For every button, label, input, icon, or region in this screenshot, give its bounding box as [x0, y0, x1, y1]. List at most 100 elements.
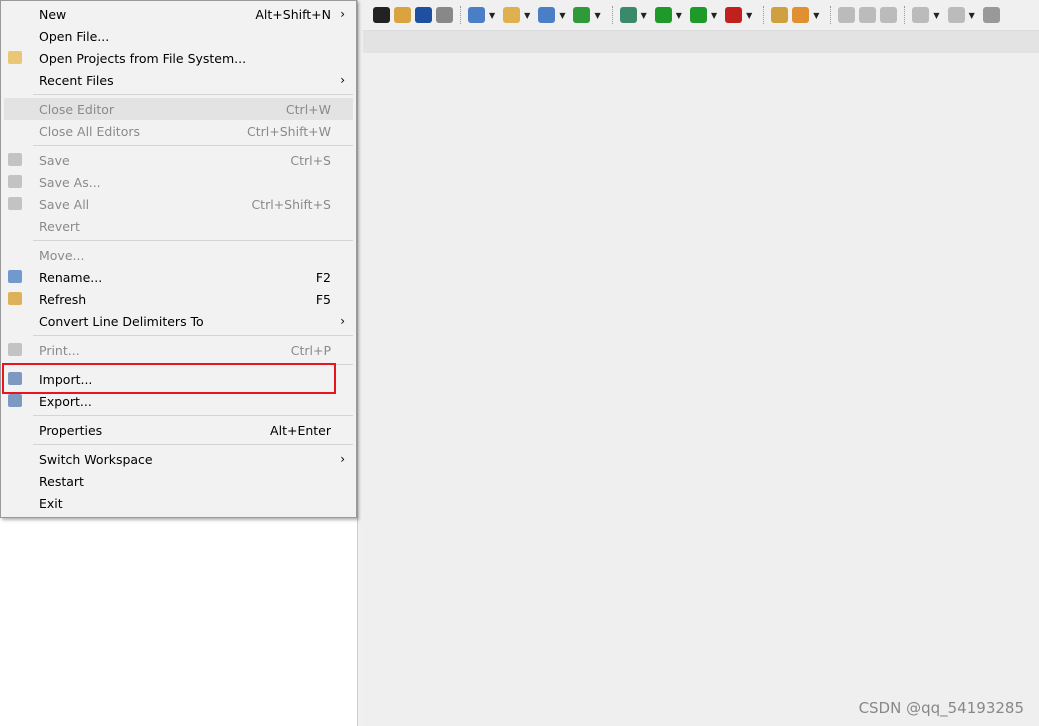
- toolbar-separator: [763, 6, 765, 24]
- menu-item-save-as[interactable]: Save As...: [4, 171, 353, 193]
- menu-item-shortcut: Ctrl+W: [285, 101, 331, 117]
- back-icon[interactable]: [982, 7, 1000, 23]
- next-annotation-icon[interactable]: [912, 7, 930, 23]
- submenu-arrow-icon: ›: [340, 7, 345, 21]
- menu-item-label: Convert Line Delimiters To: [39, 313, 204, 329]
- dropdown-arrow-icon[interactable]: ▼: [489, 11, 495, 20]
- menu-item-label: Recent Files: [39, 72, 114, 88]
- new-class-icon[interactable]: [538, 7, 556, 23]
- menu-item-label: Open File...: [39, 28, 110, 44]
- menu-item-label: Exit: [39, 495, 63, 511]
- menu-item-shortcut: Ctrl+P: [290, 342, 331, 358]
- menu-separator: [33, 332, 353, 339]
- rename-icon: [8, 270, 22, 283]
- menu-item-rename[interactable]: Rename... F2: [4, 266, 353, 288]
- watermark: CSDN @qq_54193285: [858, 699, 1024, 717]
- dropdown-arrow-icon[interactable]: ▼: [813, 11, 819, 20]
- menu-item-restart[interactable]: Restart: [4, 470, 353, 492]
- menu-item-close-editor[interactable]: Close Editor Ctrl+W: [4, 98, 353, 120]
- dropdown-arrow-icon[interactable]: ▼: [641, 11, 647, 20]
- menu-item-label: Refresh: [39, 291, 87, 307]
- block-selection-icon[interactable]: [859, 7, 877, 23]
- menu-item-label: Rename...: [39, 269, 103, 285]
- debug-icon[interactable]: [619, 7, 637, 23]
- menu-item-label: Save As...: [39, 174, 101, 190]
- menu-item-new[interactable]: New Alt+Shift+N ›: [4, 3, 353, 25]
- toggle-breadcrumb-icon[interactable]: [838, 7, 856, 23]
- dropdown-arrow-icon[interactable]: ▼: [524, 11, 530, 20]
- menu-item-move[interactable]: Move...: [4, 244, 353, 266]
- menu-item-label: Switch Workspace: [39, 451, 153, 467]
- menu-item-shortcut: Alt+Enter: [270, 422, 331, 438]
- save-as-icon: [8, 175, 22, 188]
- menu-item-label: Open Projects from File System...: [39, 50, 247, 66]
- menu-item-shortcut: Ctrl+Shift+W: [247, 123, 331, 139]
- task-icon[interactable]: [394, 7, 411, 23]
- dropdown-arrow-icon[interactable]: ▼: [746, 11, 752, 20]
- menu-item-convert-line-delimiters-to[interactable]: Convert Line Delimiters To ›: [4, 310, 353, 332]
- build-icon[interactable]: [373, 7, 390, 23]
- menu-separator: [33, 91, 353, 98]
- show-whitespace-icon[interactable]: [880, 7, 898, 23]
- new-interface-icon[interactable]: [573, 7, 591, 23]
- run-icon[interactable]: [654, 7, 672, 23]
- previous-annotation-icon[interactable]: [947, 7, 965, 23]
- coverage-icon[interactable]: [689, 7, 707, 23]
- menu-item-shortcut: Ctrl+S: [290, 152, 331, 168]
- new-package-icon[interactable]: [468, 7, 485, 23]
- menu-item-shortcut: F2: [315, 269, 331, 285]
- dropdown-arrow-icon[interactable]: ▼: [559, 11, 565, 20]
- menu-separator: [33, 441, 353, 448]
- menu-item-refresh[interactable]: Refresh F5: [4, 288, 353, 310]
- web-icon[interactable]: [436, 7, 453, 23]
- menu-item-switch-workspace[interactable]: Switch Workspace ›: [4, 448, 353, 470]
- menu-item-label: Close All Editors: [39, 123, 141, 139]
- marker-icon[interactable]: [792, 7, 810, 23]
- toolbar-separator: [830, 6, 832, 24]
- menu-item-label: Properties: [39, 422, 103, 438]
- menu-item-shortcut: Alt+Shift+N: [255, 6, 331, 22]
- menu-item-close-all-editors[interactable]: Close All Editors Ctrl+Shift+W: [4, 120, 353, 142]
- submenu-arrow-icon: ›: [340, 452, 345, 466]
- menu-item-label: New: [39, 6, 67, 22]
- menu-item-print[interactable]: Print... Ctrl+P: [4, 339, 353, 361]
- menu-item-label: Print...: [39, 342, 80, 358]
- submenu-arrow-icon: ›: [340, 314, 345, 328]
- menu-item-revert[interactable]: Revert: [4, 215, 353, 237]
- editor-area: [363, 30, 1039, 726]
- menu-item-label: Save: [39, 152, 70, 168]
- dropdown-arrow-icon[interactable]: ▼: [711, 11, 717, 20]
- refresh-icon: [8, 292, 22, 305]
- menu-item-open-projects-from-file-system[interactable]: Open Projects from File System...: [4, 47, 353, 69]
- menu-item-save-all[interactable]: Save All Ctrl+Shift+S: [4, 193, 353, 215]
- menu-item-label: Save All: [39, 196, 90, 212]
- menu-item-save[interactable]: Save Ctrl+S: [4, 149, 353, 171]
- menu-separator: [33, 142, 353, 149]
- dropdown-arrow-icon[interactable]: ▼: [676, 11, 682, 20]
- export-icon: [8, 394, 22, 407]
- menu-item-shortcut: F5: [315, 291, 331, 307]
- external-tools-icon[interactable]: [725, 7, 743, 23]
- toolbar-separator: [904, 6, 906, 24]
- menu-item-exit[interactable]: Exit: [4, 492, 353, 514]
- search-icon[interactable]: [415, 7, 432, 23]
- menu-item-open-file[interactable]: Open File...: [4, 25, 353, 47]
- toolbar-separator: [611, 6, 613, 24]
- open-type-icon[interactable]: [771, 7, 789, 23]
- menu-item-properties[interactable]: Properties Alt+Enter: [4, 419, 353, 441]
- highlight-box-import: [2, 363, 336, 394]
- new-folder-icon[interactable]: [503, 7, 521, 23]
- save-icon: [8, 153, 22, 166]
- toolbar-separator: [460, 6, 461, 24]
- menu-separator: [33, 237, 353, 244]
- menu-item-label: Close Editor: [39, 101, 115, 117]
- menu-item-label: Restart: [39, 473, 84, 489]
- dropdown-arrow-icon[interactable]: ▼: [933, 11, 939, 20]
- menu-separator: [33, 412, 353, 419]
- menu-item-recent-files[interactable]: Recent Files ›: [4, 69, 353, 91]
- file-menu: New Alt+Shift+N › Open File... Open Projects…: [0, 0, 357, 518]
- dropdown-arrow-icon[interactable]: ▼: [594, 11, 600, 20]
- menu-item-label: Move...: [39, 247, 85, 263]
- dropdown-arrow-icon[interactable]: ▼: [969, 11, 975, 20]
- editor-tab-strip: [363, 31, 1039, 53]
